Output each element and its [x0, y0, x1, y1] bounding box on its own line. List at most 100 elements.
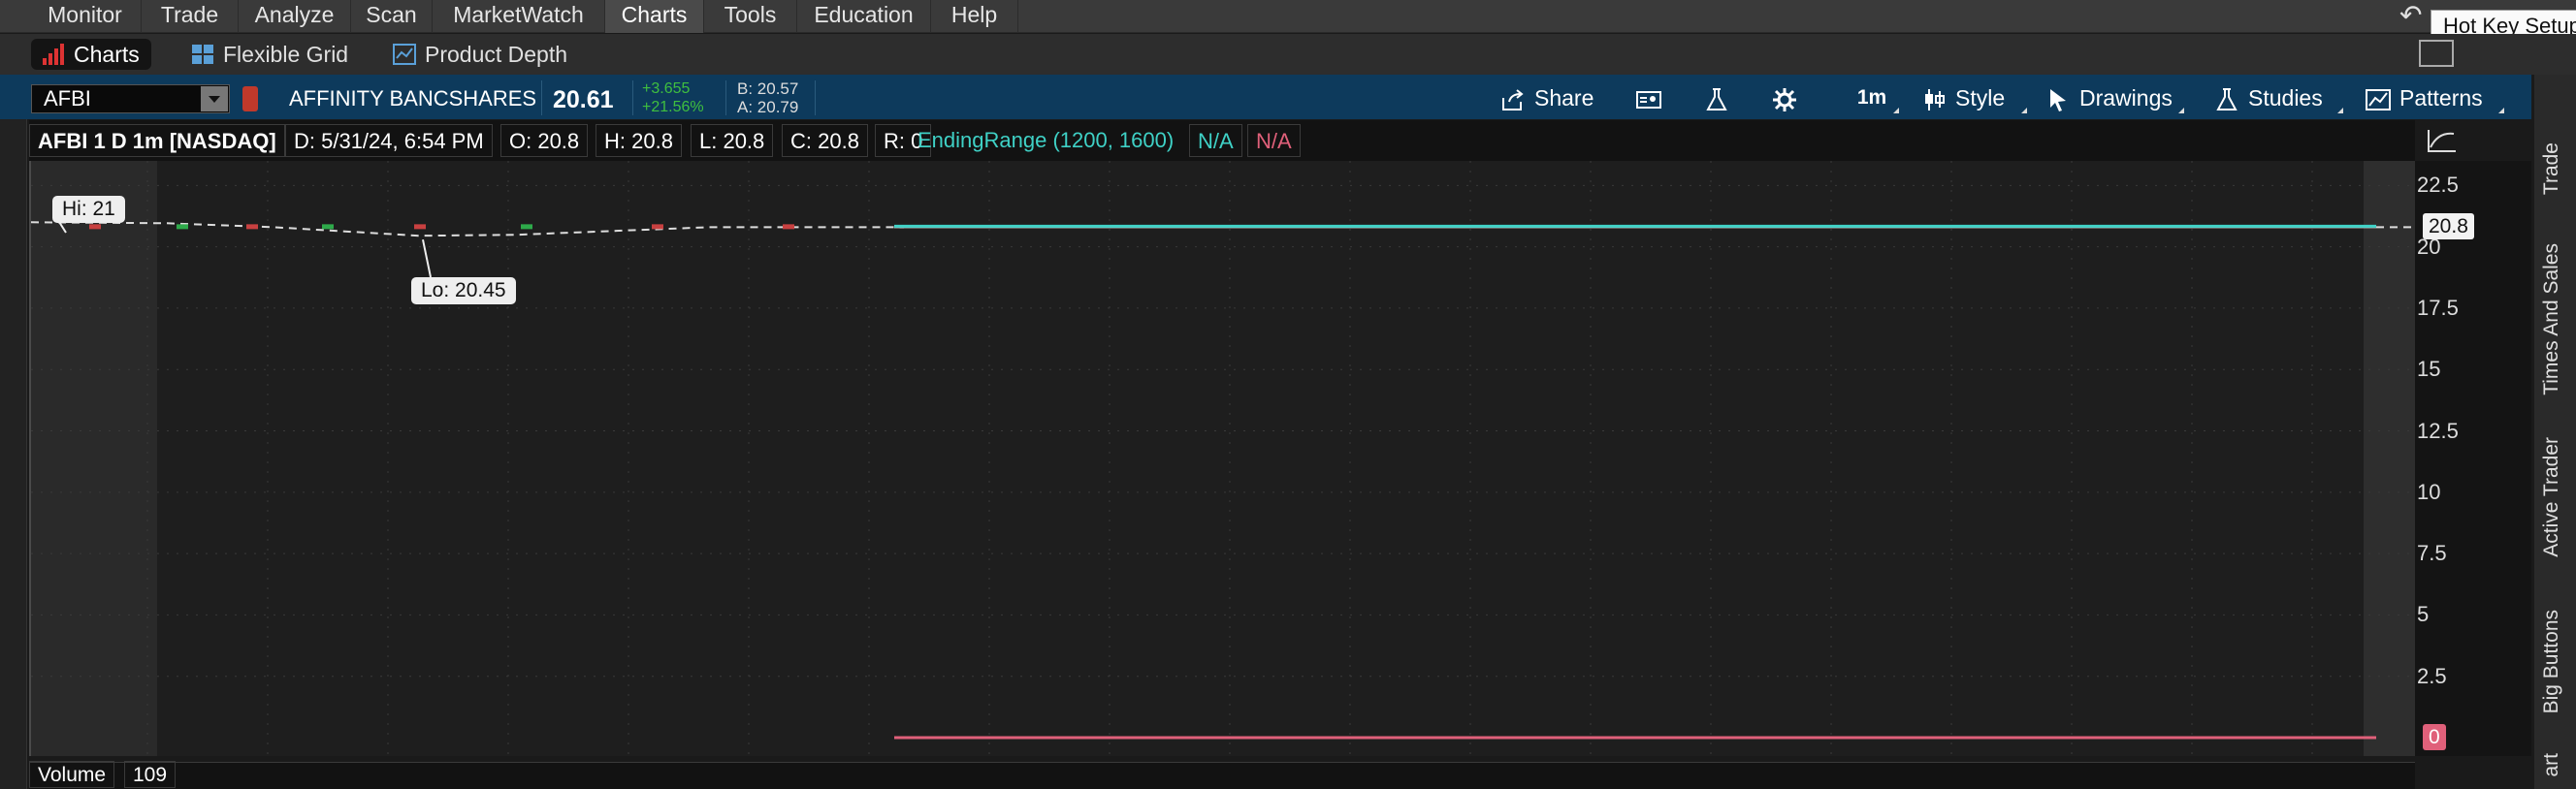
study-value-2: N/A: [1247, 124, 1301, 157]
chart-canvas[interactable]: [31, 161, 2417, 756]
patterns-icon: [2366, 88, 2391, 110]
patterns-button[interactable]: Patterns: [2365, 80, 2506, 115]
left-edge-strip: [0, 75, 27, 789]
share-icon: [1502, 89, 1524, 110]
timeframe-button[interactable]: 1m: [1843, 80, 1901, 115]
corner-indicator: [2337, 108, 2343, 113]
bid-price: B: 20.57: [737, 79, 799, 98]
candlestick-icon: [1925, 88, 1945, 110]
charts-subtoolbar: Charts Flexible Grid Product Depth: [0, 34, 2576, 75]
price-bar-tick: [521, 224, 532, 230]
flask-icon: [1706, 87, 1727, 110]
symbol-dropdown-icon[interactable]: [201, 86, 228, 111]
last-price-marker: 20.8: [2423, 213, 2474, 240]
right-sidebar: Trade Times And Sales Active Trader Big …: [2533, 75, 2576, 789]
drawings-label: Drawings: [2079, 85, 2173, 110]
grid-icon: [192, 45, 213, 64]
divider: [815, 80, 816, 115]
open-value: O: 20.8: [500, 124, 589, 157]
undo-icon[interactable]: ↶: [2399, 2, 2429, 31]
price-bar-tick: [652, 224, 663, 230]
price-bar-tick: [246, 224, 258, 230]
side-tab-chart[interactable]: art: [2540, 753, 2563, 777]
subtab-charts[interactable]: Charts: [31, 39, 151, 70]
menu-education[interactable]: Education: [797, 0, 931, 33]
side-tab-big-buttons[interactable]: Big Buttons: [2540, 610, 2563, 713]
high-value: H: 20.8: [596, 124, 682, 157]
studies-button[interactable]: Studies: [2213, 80, 2345, 115]
menu-trade[interactable]: Trade: [142, 0, 239, 33]
net-change: +3.655: [642, 80, 691, 97]
menu-help[interactable]: Help: [931, 0, 1018, 33]
last-price: 20.61: [553, 86, 614, 113]
menu-monitor[interactable]: Monitor: [29, 0, 142, 33]
axis-style-icon[interactable]: [2425, 128, 2460, 155]
subtab-flexible-grid-label: Flexible Grid: [223, 42, 349, 67]
chart-info-bar: AFBI 1 D 1m [NASDAQ] D: 5/31/24, 6:54 PM…: [29, 120, 2415, 161]
volume-value: 109: [124, 761, 177, 788]
postmarket-shade: [2364, 161, 2417, 756]
price-tick-label: 2.5: [2417, 663, 2447, 688]
subtab-product-depth[interactable]: Product Depth: [382, 39, 579, 70]
style-button[interactable]: Style: [1920, 80, 2029, 115]
price-line-early: [31, 221, 904, 237]
studies-label: Studies: [2248, 85, 2323, 110]
zero-value-marker: 0: [2423, 724, 2446, 750]
price-tick-label: 22.5: [2417, 173, 2459, 198]
price-axis[interactable]: 22.5 20 17.5 15 12.5 10 7.5 5 2.5 20.8 0: [2415, 161, 2531, 756]
corner-indicator: [2021, 108, 2027, 113]
bar-date: D: 5/31/24, 6:54 PM: [285, 124, 493, 157]
volume-label: Volume: [29, 761, 115, 788]
divider: [725, 80, 726, 115]
subtab-charts-label: Charts: [74, 42, 140, 67]
menu-scan[interactable]: Scan: [351, 0, 433, 33]
chart-title: AFBI 1 D 1m [NASDAQ]: [29, 124, 285, 157]
settings-button[interactable]: [1771, 80, 1806, 115]
side-tab-trade[interactable]: Trade: [2540, 142, 2563, 195]
side-tab-times-and-sales[interactable]: Times And Sales: [2540, 243, 2563, 395]
chart-settings-button[interactable]: [1635, 80, 1670, 115]
alert-badge[interactable]: [242, 86, 258, 111]
flask-icon: [2216, 87, 2238, 110]
divider: [541, 80, 542, 115]
price-tick-label: 5: [2417, 602, 2430, 627]
price-tick-label: 10: [2417, 479, 2441, 504]
window-frame-icon[interactable]: [2419, 40, 2454, 67]
bar-chart-icon: [43, 44, 64, 65]
menu-charts[interactable]: Charts: [605, 0, 704, 33]
low-label: Lo: 20.45: [411, 277, 516, 304]
patterns-label: Patterns: [2399, 85, 2483, 110]
low-value: L: 20.8: [691, 124, 774, 157]
menu-tools[interactable]: Tools: [704, 0, 797, 33]
net-change-percent: +21.56%: [642, 99, 704, 115]
cursor-icon: [2050, 88, 2066, 111]
high-label: Hi: 21: [52, 196, 125, 223]
share-button[interactable]: Share: [1499, 80, 1606, 115]
study-value-1: N/A: [1189, 124, 1242, 157]
divider: [632, 80, 633, 115]
chart-area[interactable]: Hi: 21 Lo: 20.45: [29, 161, 2417, 756]
flask-button[interactable]: [1703, 80, 1738, 115]
subtab-product-depth-label: Product Depth: [425, 42, 568, 67]
subtab-flexible-grid[interactable]: Flexible Grid: [180, 39, 360, 70]
corner-indicator: [1893, 108, 1899, 113]
menu-marketwatch[interactable]: MarketWatch: [433, 0, 605, 33]
side-tab-active-trader[interactable]: Active Trader: [2540, 437, 2563, 557]
timeframe-label: 1m: [1856, 86, 1887, 109]
low-pointer: [422, 239, 432, 278]
close-value: C: 20.8: [782, 124, 868, 157]
gear-icon: [1773, 87, 1796, 111]
corner-indicator: [2178, 108, 2184, 113]
share-label: Share: [1534, 85, 1594, 110]
id-card-icon: [1636, 90, 1661, 109]
menu-analyze[interactable]: Analyze: [239, 0, 351, 33]
price-bar-tick: [89, 224, 101, 230]
price-bar-tick: [783, 224, 794, 230]
study-name[interactable]: EndingRange (1200, 1600): [910, 124, 1181, 157]
price-bar-tick: [177, 224, 188, 230]
price-tick-label: 12.5: [2417, 418, 2459, 443]
style-label: Style: [1955, 85, 2006, 110]
drawings-button[interactable]: Drawings: [2045, 80, 2186, 115]
depth-icon: [393, 44, 416, 65]
price-tick-label: 15: [2417, 357, 2441, 382]
